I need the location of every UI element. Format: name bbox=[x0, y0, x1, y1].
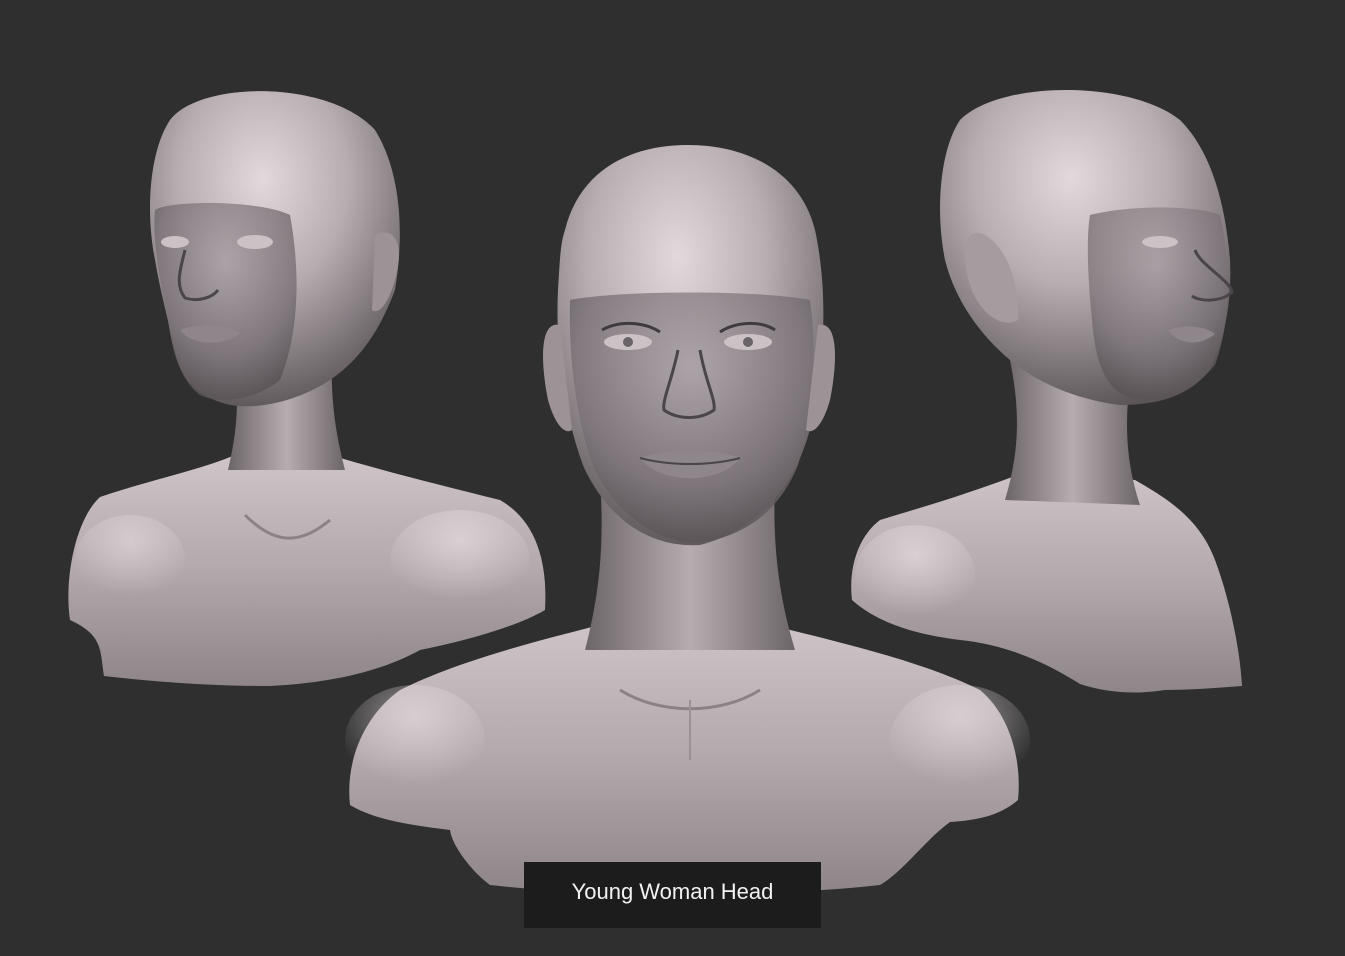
left-bust bbox=[68, 91, 546, 686]
caption-label: Young Woman Head bbox=[524, 862, 821, 928]
viewport: Young Woman Head bbox=[0, 0, 1345, 956]
right-bust bbox=[851, 90, 1242, 693]
bust-renders bbox=[68, 90, 1242, 893]
